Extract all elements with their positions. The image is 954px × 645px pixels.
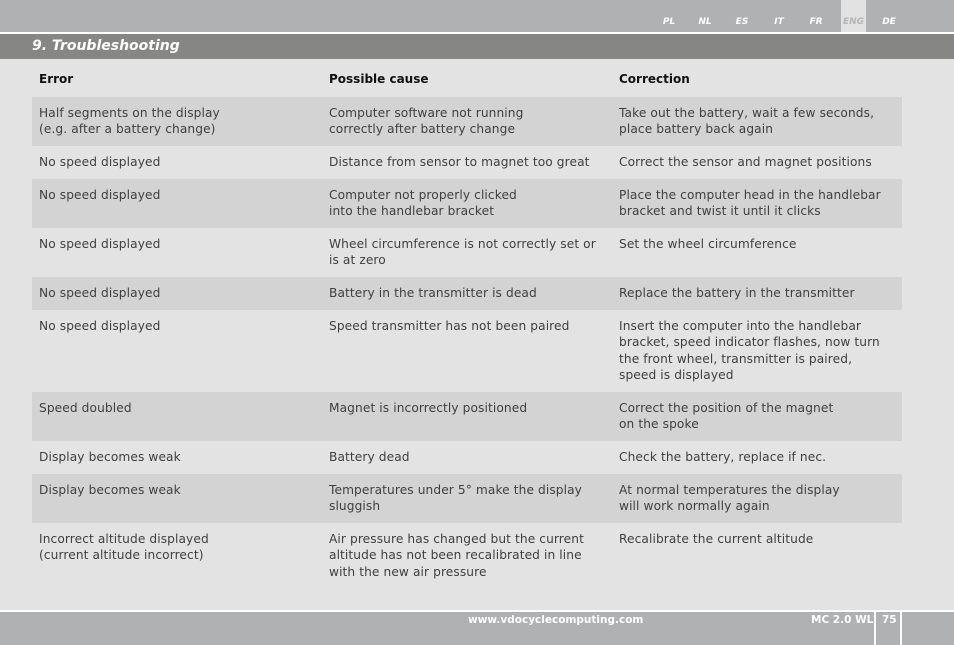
cell-correction: Correct the sensor and magnet positions bbox=[619, 155, 872, 169]
cell-cause: Computer not properly clicked into the h… bbox=[329, 188, 517, 219]
cell-cause: Battery dead bbox=[329, 450, 410, 464]
cell-error: No speed displayed bbox=[39, 237, 161, 251]
lang-tab-nl[interactable]: NL bbox=[692, 0, 718, 32]
cell-correction: Correct the position of the magnet on th… bbox=[619, 401, 834, 432]
table-row: No speed displayed Speed transmitter has… bbox=[32, 310, 902, 392]
header-correction: Correction bbox=[619, 72, 690, 86]
table-row: Half segments on the display (e.g. after… bbox=[32, 97, 902, 146]
lang-tab-eng[interactable]: ENG bbox=[841, 0, 866, 32]
divider bbox=[874, 612, 876, 645]
table-row: No speed displayed Computer not properly… bbox=[32, 179, 902, 228]
table-header: Error Possible cause Correction bbox=[32, 70, 902, 90]
cell-error: No speed displayed bbox=[39, 188, 161, 202]
cell-cause: Temperatures under 5° make the display s… bbox=[329, 483, 582, 514]
cell-correction: Recalibrate the current altitude bbox=[619, 532, 814, 546]
page-number: 75 bbox=[882, 614, 897, 626]
table-row: No speed displayed Battery in the transm… bbox=[32, 277, 902, 310]
lang-tab-it[interactable]: IT bbox=[766, 0, 792, 32]
cell-cause: Speed transmitter has not been paired bbox=[329, 319, 570, 333]
footer: www.vdocyclecomputing.com MC 2.0 WL 75 bbox=[0, 612, 954, 645]
table-row: Display becomes weak Temperatures under … bbox=[32, 474, 902, 523]
language-bar: PL NL ES IT FR ENG DE bbox=[0, 0, 954, 32]
table-row: No speed displayed Wheel circumference i… bbox=[32, 228, 902, 277]
cell-correction: Set the wheel circumference bbox=[619, 237, 797, 251]
cell-cause: Air pressure has changed but the current… bbox=[329, 532, 584, 579]
cell-correction: Place the computer head in the handlebar… bbox=[619, 188, 881, 219]
section-header: 9. Troubleshooting bbox=[0, 34, 954, 59]
divider bbox=[900, 612, 902, 645]
cell-correction: Check the battery, replace if nec. bbox=[619, 450, 827, 464]
cell-error: Half segments on the display (e.g. after… bbox=[39, 106, 220, 137]
lang-tab-es[interactable]: ES bbox=[729, 0, 755, 32]
cell-error: Speed doubled bbox=[39, 401, 132, 415]
header-error: Error bbox=[39, 72, 74, 86]
website-link[interactable]: www.vdocyclecomputing.com bbox=[468, 614, 643, 626]
section-title: 9. Troubleshooting bbox=[32, 38, 180, 54]
table-row: No speed displayed Distance from sensor … bbox=[32, 146, 902, 179]
cell-cause: Magnet is incorrectly positioned bbox=[329, 401, 528, 415]
cell-error: No speed displayed bbox=[39, 286, 161, 300]
table-row: Speed doubled Magnet is incorrectly posi… bbox=[32, 392, 902, 441]
lang-tab-de[interactable]: DE bbox=[876, 0, 902, 32]
cell-error: Display becomes weak bbox=[39, 483, 181, 497]
table-row: Incorrect altitude displayed (current al… bbox=[32, 523, 902, 589]
lang-tab-pl[interactable]: PL bbox=[656, 0, 682, 32]
cell-error: No speed displayed bbox=[39, 155, 161, 169]
cell-correction: Replace the battery in the transmitter bbox=[619, 286, 855, 300]
cell-cause: Battery in the transmitter is dead bbox=[329, 286, 537, 300]
cell-cause: Wheel circumference is not correctly set… bbox=[329, 237, 596, 268]
lang-tab-fr[interactable]: FR bbox=[803, 0, 829, 32]
cell-correction: Take out the battery, wait a few seconds… bbox=[619, 106, 875, 137]
cell-correction: At normal temperatures the display will … bbox=[619, 483, 840, 514]
header-possible-cause: Possible cause bbox=[329, 72, 429, 86]
table-row: Display becomes weak Battery dead Check … bbox=[32, 441, 902, 474]
cell-correction: Insert the computer into the handlebar b… bbox=[619, 319, 880, 382]
cell-error: No speed displayed bbox=[39, 319, 161, 333]
cell-error: Incorrect altitude displayed (current al… bbox=[39, 532, 209, 563]
cell-cause: Distance from sensor to magnet too great bbox=[329, 155, 590, 169]
model-name: MC 2.0 WL bbox=[811, 614, 874, 626]
cell-cause: Computer software not running correctly … bbox=[329, 106, 524, 137]
cell-error: Display becomes weak bbox=[39, 450, 181, 464]
